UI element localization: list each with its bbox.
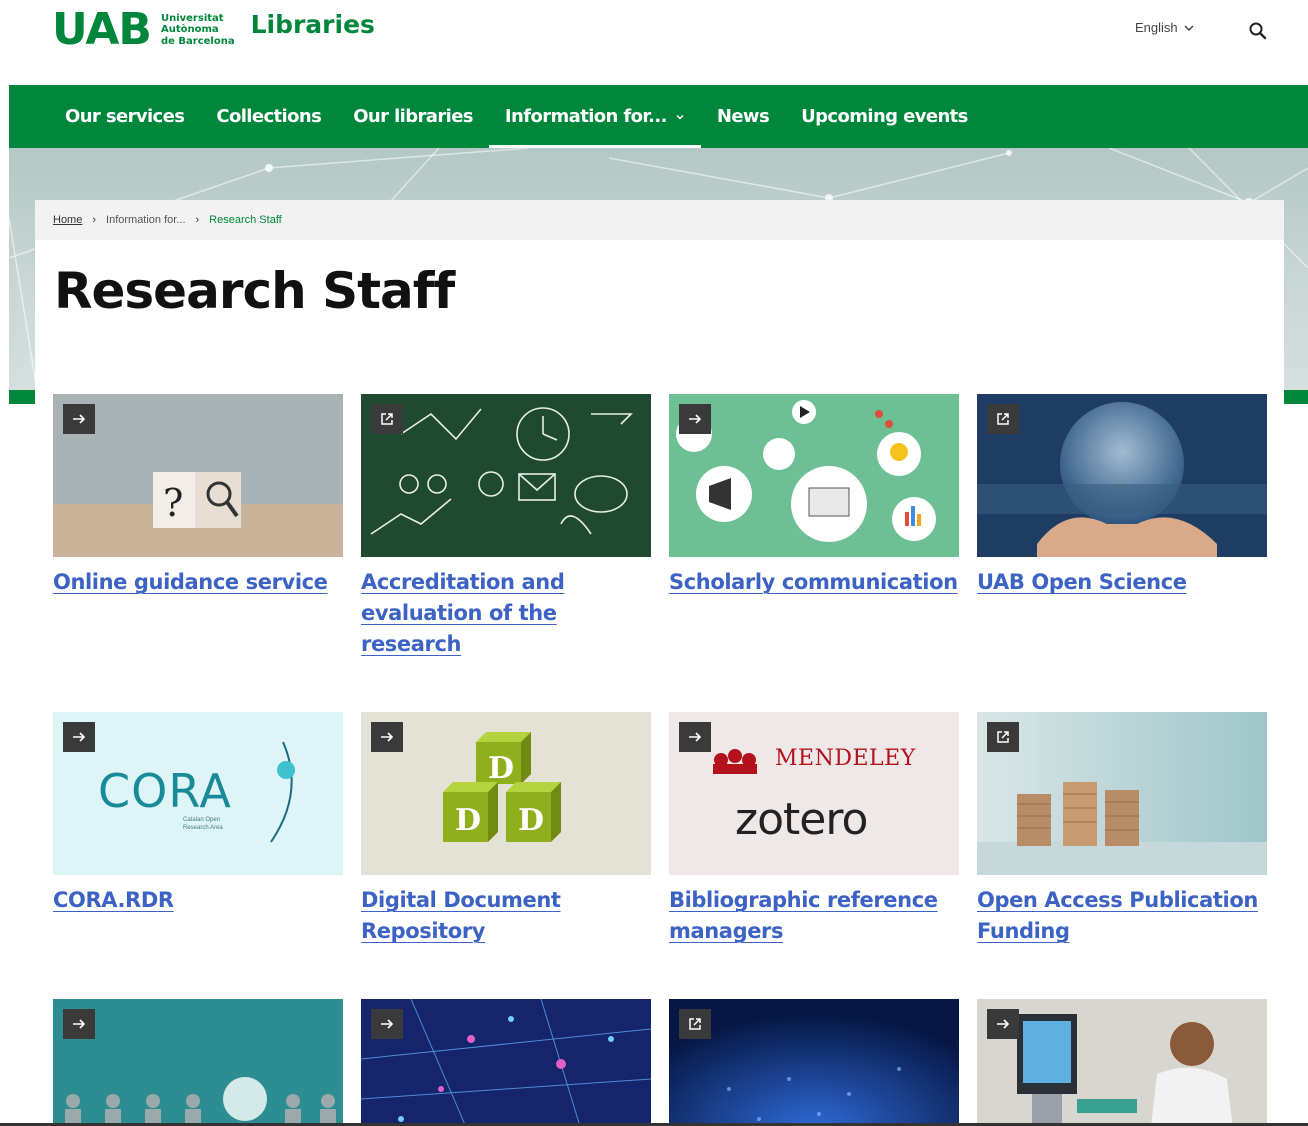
ddd-cubes-image: D D D	[361, 712, 651, 875]
nav-label: News	[716, 106, 770, 127]
tile-row3-1[interactable]	[53, 999, 343, 1124]
nav-item-our-libraries[interactable]: Our libraries	[337, 85, 489, 148]
nav-item-our-services[interactable]: Our services	[49, 85, 200, 148]
zotero-logo-text: zotero	[735, 794, 868, 845]
tile-link-cora-rdr[interactable]: CORA.RDR	[53, 885, 343, 916]
tile-link-bibliographic-reference-managers[interactable]: Bibliographic reference managers	[669, 885, 959, 947]
breadcrumb-separator-icon: ›	[92, 214, 97, 226]
tile-image[interactable]: CORA Catalan Open Research Area	[53, 712, 343, 875]
external-link-icon	[371, 404, 403, 434]
nav-item-collections[interactable]: Collections	[200, 85, 337, 148]
tile-accreditation-evaluation[interactable]: Accreditation and evaluation of the rese…	[361, 394, 651, 660]
language-selector[interactable]: English	[1135, 20, 1194, 35]
search-icon[interactable]	[1247, 20, 1269, 42]
site-header: UAB Universitat Autònoma de Barcelona Li…	[0, 0, 1308, 85]
tile-link-open-access-publication-funding[interactable]: Open Access Publication Funding	[977, 885, 1267, 947]
lightbulb-people-image	[53, 999, 343, 1124]
mendeley-logo-text: MENDELEY	[775, 746, 916, 771]
tile-link-digital-document-repository[interactable]: Digital Document Repository	[361, 885, 651, 947]
nav-item-upcoming-events[interactable]: Upcoming events	[785, 85, 984, 148]
nav-label: Our libraries	[353, 106, 473, 127]
tile-image[interactable]	[977, 712, 1267, 875]
tile-open-access-publication-funding[interactable]: Open Access Publication Funding	[977, 712, 1267, 947]
tile-row3-4[interactable]	[977, 999, 1267, 1124]
library-kiosk-image	[977, 999, 1267, 1124]
digital-network-image	[361, 999, 651, 1124]
arrow-right-icon	[63, 1009, 95, 1039]
site-name: Libraries	[250, 9, 375, 39]
cube-letter: D	[488, 751, 514, 786]
page-title: Research Staff	[54, 262, 455, 320]
tile-digital-document-repository[interactable]: D D D Digital Document Repository	[361, 712, 651, 947]
breadcrumb: Home › Information for... › Research Sta…	[35, 200, 1284, 240]
arrow-right-icon	[63, 404, 95, 434]
blue-world-map-image	[669, 999, 959, 1124]
logo-university-name: Universitat Autònoma de Barcelona	[161, 13, 235, 48]
arrow-right-icon	[63, 722, 95, 752]
cora-logo-text: CORA	[98, 764, 232, 818]
breadcrumb-information-for[interactable]: Information for...	[106, 214, 185, 226]
chalkboard-doodles-image	[361, 394, 651, 557]
tile-image[interactable]: MENDELEY zotero	[669, 712, 959, 875]
tile-image[interactable]	[669, 394, 959, 557]
svg-text:?: ?	[163, 481, 183, 525]
cora-logo-subtext: Catalan Open Research Area	[183, 817, 223, 831]
nav-item-news[interactable]: News	[701, 85, 785, 148]
nav-label: Our services	[65, 106, 185, 127]
arrow-right-icon	[679, 722, 711, 752]
logo-sub-line-1: Universitat	[160, 12, 224, 24]
nav-list: Our services Collections Our libraries I…	[49, 85, 984, 148]
external-link-icon	[679, 1009, 711, 1039]
main-navigation: Our services Collections Our libraries I…	[9, 85, 1308, 148]
logo-uab-text: UAB	[52, 4, 152, 55]
breadcrumb-home[interactable]: Home	[53, 214, 82, 226]
tile-link-accreditation-evaluation[interactable]: Accreditation and evaluation of the rese…	[361, 567, 651, 660]
chevron-down-icon	[676, 114, 684, 120]
tile-scholarly-communication[interactable]: Scholarly communication	[669, 394, 959, 598]
logo-sub-line-2: Autònoma	[160, 24, 219, 36]
tile-link-scholarly-communication[interactable]: Scholarly communication	[669, 567, 959, 598]
breadcrumb-current: Research Staff	[209, 214, 282, 226]
question-cube-image: ?	[53, 394, 343, 557]
external-link-icon	[987, 722, 1019, 752]
nav-label: Collections	[216, 106, 322, 127]
tile-image[interactable]	[977, 999, 1267, 1124]
tile-link-online-guidance-service[interactable]: Online guidance service	[53, 567, 343, 598]
tile-image[interactable]	[977, 394, 1267, 557]
communication-icons-image	[669, 394, 959, 557]
arrow-right-icon	[371, 722, 403, 752]
arrow-right-icon	[987, 1009, 1019, 1039]
tile-uab-open-science[interactable]: UAB Open Science	[977, 394, 1267, 598]
breadcrumb-separator-icon: ›	[195, 214, 200, 226]
logo-sub-line-3: de Barcelona	[160, 35, 235, 47]
tile-image[interactable]: D D D	[361, 712, 651, 875]
tile-row3-3[interactable]	[669, 999, 959, 1124]
arrow-right-icon	[371, 1009, 403, 1039]
tile-bibliographic-reference-managers[interactable]: MENDELEY zotero Bibliographic reference …	[669, 712, 959, 947]
tile-row3-2[interactable]	[361, 999, 651, 1124]
globe-hands-image	[977, 394, 1267, 557]
chevron-down-icon	[1184, 24, 1194, 31]
tile-online-guidance-service[interactable]: ? Online guidance service	[53, 394, 343, 598]
nav-label: Upcoming events	[801, 106, 968, 127]
tile-image[interactable]	[361, 394, 651, 557]
uab-logo[interactable]: UAB Universitat Autònoma de Barcelona Li…	[52, 6, 375, 54]
language-label: English	[1135, 20, 1178, 35]
cube-letter: D	[455, 803, 481, 838]
tile-image[interactable]: ?	[53, 394, 343, 557]
tile-cora-rdr[interactable]: CORA Catalan Open Research Area CORA.RDR	[53, 712, 343, 916]
arrow-right-icon	[679, 404, 711, 434]
external-link-icon	[987, 404, 1019, 434]
nav-item-information-for[interactable]: Information for...	[488, 85, 701, 148]
coin-stacks-image	[977, 712, 1267, 875]
tile-image[interactable]	[53, 999, 343, 1124]
tile-image[interactable]	[669, 999, 959, 1124]
cube-letter: D	[518, 803, 544, 838]
tile-link-uab-open-science[interactable]: UAB Open Science	[977, 567, 1267, 598]
nav-label: Information for...	[504, 106, 668, 127]
tile-image[interactable]	[361, 999, 651, 1124]
